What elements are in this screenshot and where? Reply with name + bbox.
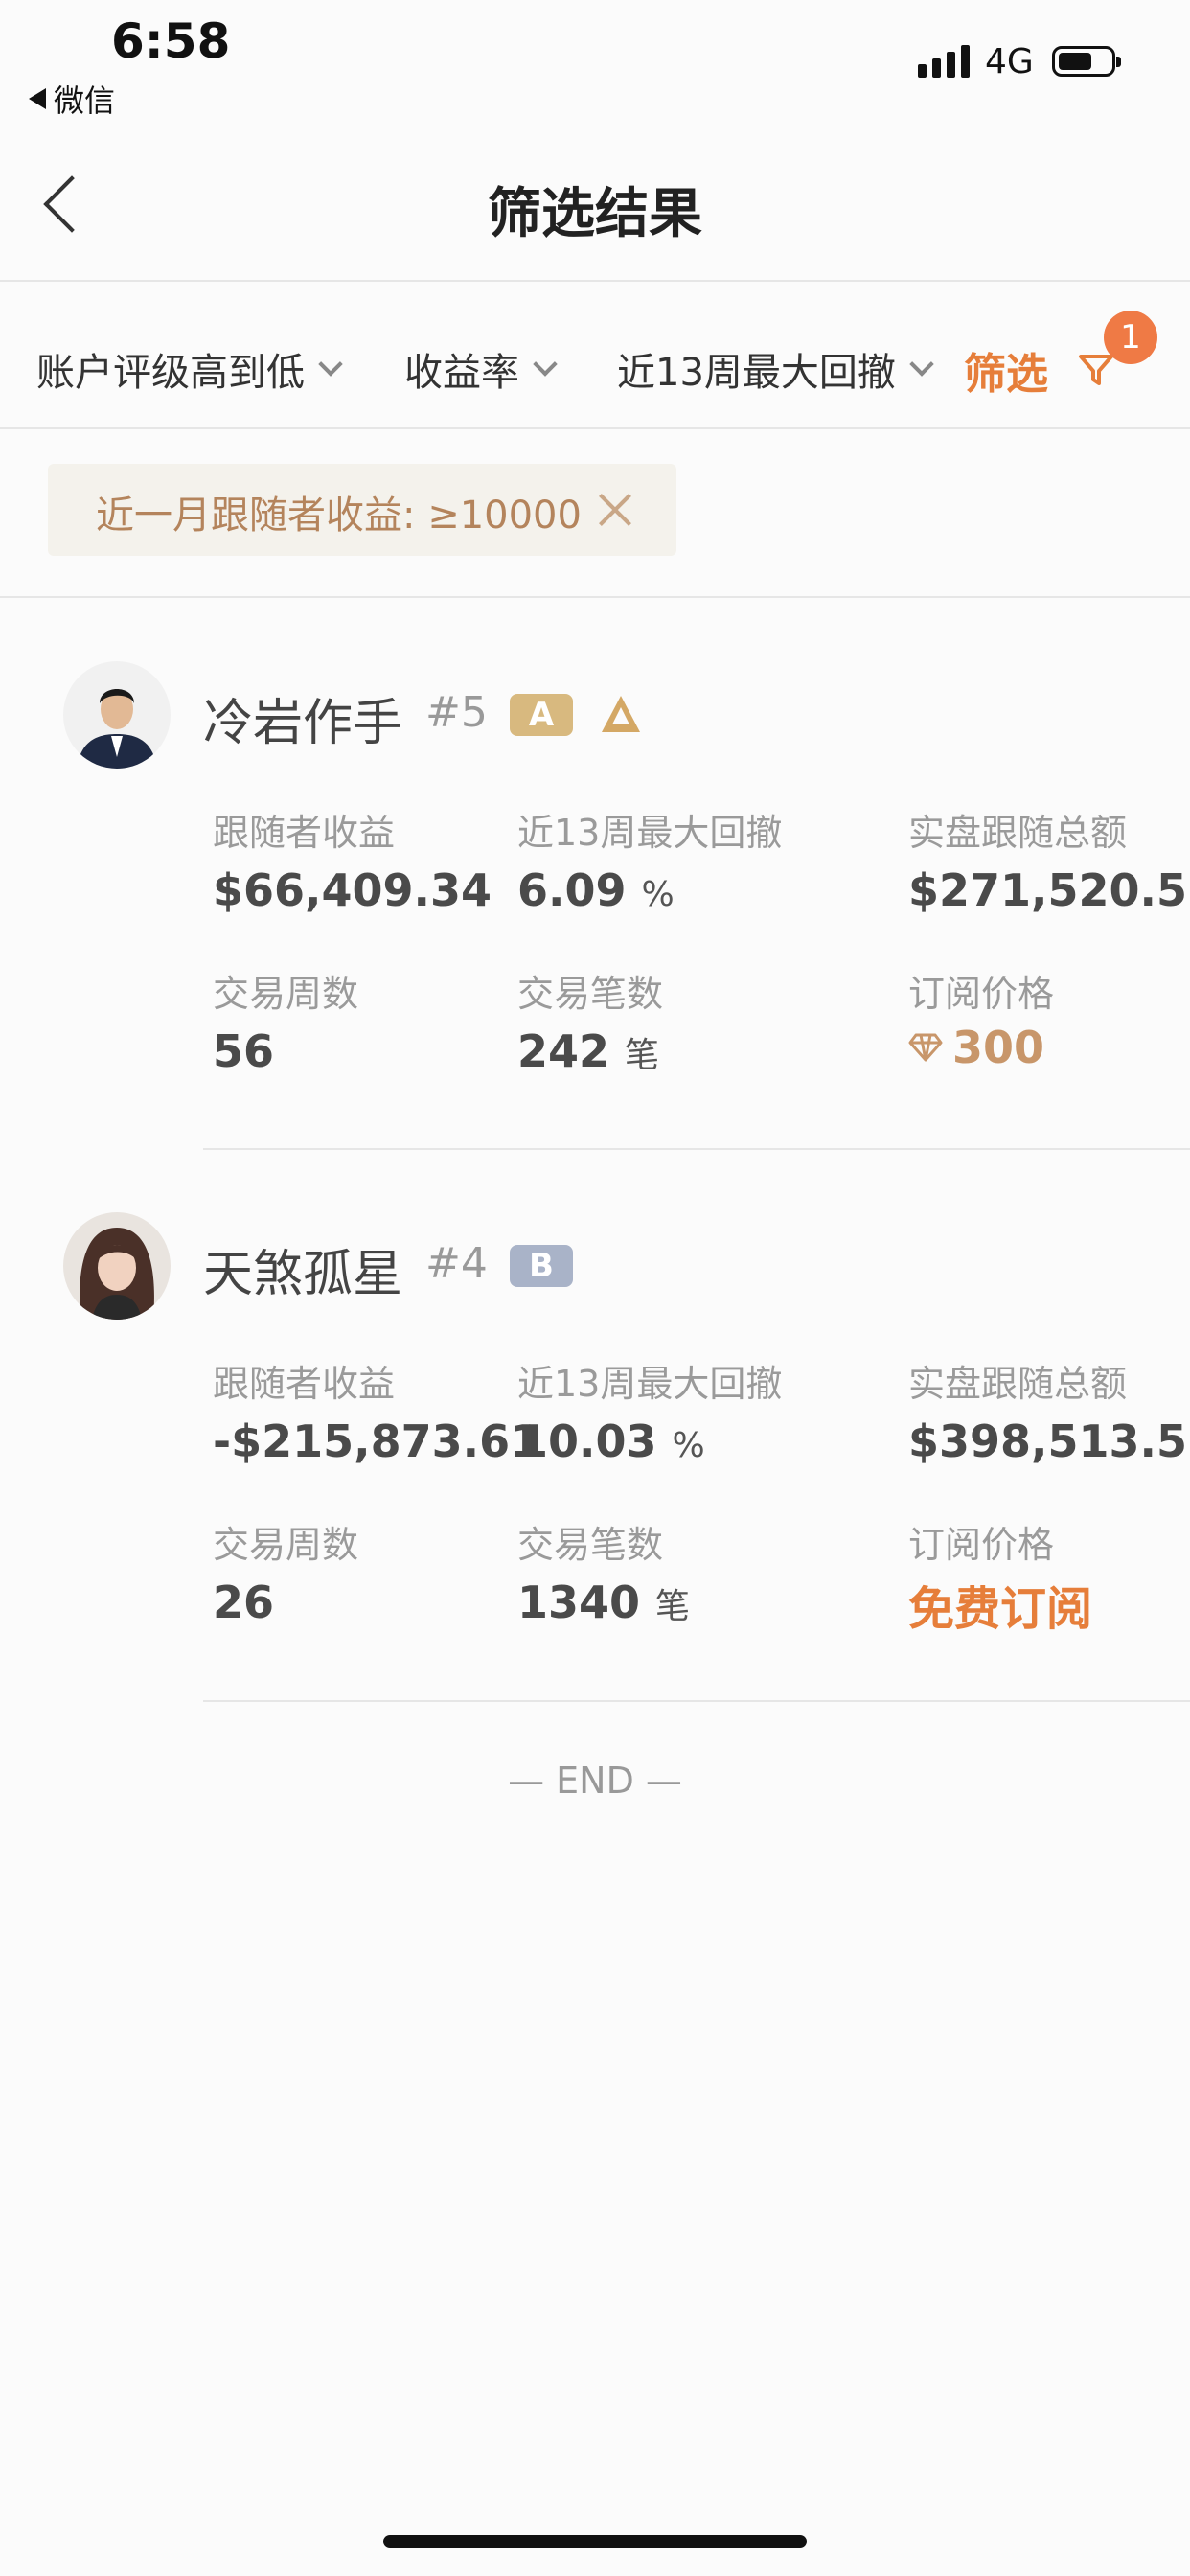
- total-follow-value: $271,520.52: [908, 864, 1190, 916]
- back-app-label: 微信: [54, 82, 116, 119]
- trader-name: 天煞孤星: [203, 1246, 403, 1303]
- status-time: 6:58: [111, 13, 231, 69]
- drawdown-value: 10.03 %: [517, 1415, 705, 1467]
- back-triangle-icon: [29, 88, 46, 109]
- follower-profit-value: $66,409.34: [213, 864, 492, 916]
- sort-rating-dropdown[interactable]: 账户评级高到低: [36, 341, 343, 397]
- list-end-marker: — END —: [508, 1760, 682, 1802]
- chevron-down-icon: [318, 352, 343, 377]
- avatar: [63, 661, 171, 769]
- trader-rank: #5: [425, 688, 488, 737]
- sort-return-label: 收益率: [404, 351, 519, 395]
- filter-count-badge: 1: [1104, 310, 1157, 364]
- label-sub-price: 订阅价格: [908, 973, 1055, 1015]
- trader-card[interactable]: 冷岩作手 #5 A 跟随者收益 近13周最大回撤 实盘跟随总额 $66,409.…: [0, 652, 1190, 1150]
- price-value: 300: [952, 1022, 1045, 1073]
- trader-rank: #4: [425, 1239, 488, 1288]
- sort-drawdown-dropdown[interactable]: 近13周最大回撤: [617, 341, 934, 397]
- chip-divider: [0, 596, 1190, 598]
- label-total-follow: 实盘跟随总额: [908, 1363, 1128, 1405]
- sort-drawdown-label: 近13周最大回撤: [617, 351, 896, 395]
- grade-badge: A: [510, 694, 573, 736]
- trade-count-value: 1340 笔: [517, 1576, 691, 1628]
- remove-filter-icon[interactable]: [596, 491, 634, 529]
- label-max-drawdown: 近13周最大回撤: [517, 812, 783, 854]
- label-max-drawdown: 近13周最大回撤: [517, 1363, 783, 1405]
- chevron-down-icon: [909, 352, 934, 377]
- trade-weeks-value: 26: [213, 1576, 275, 1628]
- page-title: 筛选结果: [488, 183, 702, 245]
- active-filter-text: 近一月跟随者收益: ≥10000: [96, 494, 582, 538]
- trader-card[interactable]: 天煞孤星 #4 B 跟随者收益 近13周最大回撤 实盘跟随总额 -$215,87…: [0, 1203, 1190, 1701]
- drawdown-value: 6.09 %: [517, 864, 675, 916]
- trade-weeks-value: 56: [213, 1025, 275, 1077]
- label-trade-weeks: 交易周数: [213, 973, 359, 1015]
- signal-icon: [918, 43, 970, 78]
- funnel-icon[interactable]: [1077, 351, 1115, 389]
- label-follower-profit: 跟随者收益: [213, 1363, 396, 1405]
- diamond-icon: [908, 1033, 943, 1062]
- chevron-down-icon: [533, 352, 558, 377]
- avatar: [63, 1212, 171, 1320]
- sort-rating-label: 账户评级高到低: [36, 351, 305, 395]
- sub-price: 300: [908, 1022, 1044, 1073]
- card-divider: [203, 1148, 1190, 1150]
- follower-profit-value: -$215,873.61: [213, 1415, 541, 1467]
- sort-return-dropdown[interactable]: 收益率: [404, 341, 558, 397]
- triangle-rank-icon: [602, 696, 640, 732]
- trader-name: 冷岩作手: [203, 695, 403, 752]
- label-sub-price: 订阅价格: [908, 1524, 1055, 1566]
- battery-icon: [1052, 46, 1121, 77]
- card-divider: [203, 1700, 1190, 1702]
- label-trade-count: 交易笔数: [517, 973, 664, 1015]
- label-trade-weeks: 交易周数: [213, 1524, 359, 1566]
- filter-button[interactable]: 筛选: [964, 339, 1048, 401]
- sort-divider: [0, 427, 1190, 429]
- network-type: 4G: [985, 42, 1034, 81]
- label-total-follow: 实盘跟随总额: [908, 812, 1128, 854]
- label-follower-profit: 跟随者收益: [213, 812, 396, 854]
- grade-badge: B: [510, 1245, 573, 1287]
- trade-count-value: 242 笔: [517, 1025, 660, 1077]
- back-to-app-link[interactable]: 微信: [29, 77, 115, 121]
- total-follow-value: $398,513.57: [908, 1415, 1190, 1467]
- nav-divider: [0, 280, 1190, 282]
- label-trade-count: 交易笔数: [517, 1524, 664, 1566]
- free-subscribe-label[interactable]: 免费订阅: [908, 1571, 1092, 1638]
- home-indicator[interactable]: [383, 2535, 807, 2548]
